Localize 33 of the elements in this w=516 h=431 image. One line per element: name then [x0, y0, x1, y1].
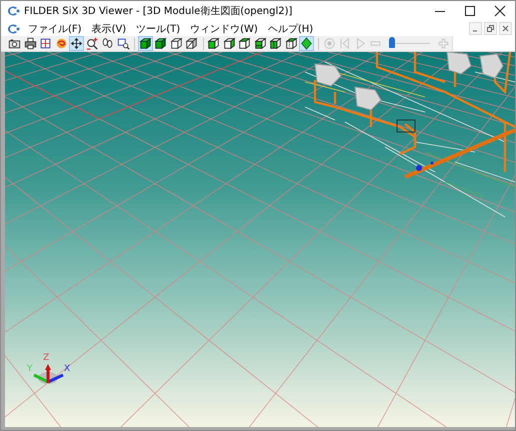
minimize-icon[interactable] [469, 22, 482, 35]
slider-thumb[interactable] [388, 37, 395, 48]
right-view-cube-icon[interactable] [222, 37, 236, 50]
menu-item[interactable]: ヘルプ(H) [262, 22, 318, 36]
front-view-cube-icon[interactable] [207, 37, 220, 50]
axis-gizmo-drawing [33, 364, 64, 384]
shaded-cube-icon[interactable] [154, 37, 168, 50]
close-icon[interactable] [499, 22, 512, 35]
y-axis-label: Y [27, 365, 32, 374]
slider[interactable] [390, 36, 430, 51]
grid-icon[interactable] [39, 37, 52, 50]
footprint-icon[interactable] [101, 37, 114, 50]
z-axis-label: Z [43, 354, 50, 363]
hidden-line-cube-icon[interactable] [185, 37, 198, 50]
zoom-icon[interactable] [86, 37, 98, 50]
top-view-cube-icon[interactable] [238, 37, 252, 50]
zoom-window-icon[interactable] [116, 37, 130, 50]
menu-item[interactable]: 表示(V) [86, 22, 132, 36]
x-axis-label: X [64, 365, 70, 374]
left-view-cube-icon[interactable] [269, 37, 282, 50]
printer-icon[interactable] [24, 37, 36, 50]
restore-icon[interactable] [484, 22, 497, 35]
camera-icon[interactable] [8, 37, 21, 50]
menu-item[interactable]: ウィンドウ(W) [185, 22, 263, 36]
wireframe-cube-icon[interactable] [170, 37, 183, 50]
app-logo-icon [6, 5, 20, 17]
bottom-view-cube-icon[interactable] [254, 37, 267, 50]
app-logo-icon [6, 22, 20, 34]
back-view-cube-icon[interactable] [284, 37, 298, 50]
swirl-icon[interactable] [54, 37, 68, 50]
menu-item[interactable]: ファイル(F) [23, 22, 87, 36]
window-title: FILDER SiX 3D Viewer - [3D Module衛生図面(opengl2)] [24, 4, 294, 18]
menu-item[interactable]: ツール(T) [131, 22, 186, 36]
